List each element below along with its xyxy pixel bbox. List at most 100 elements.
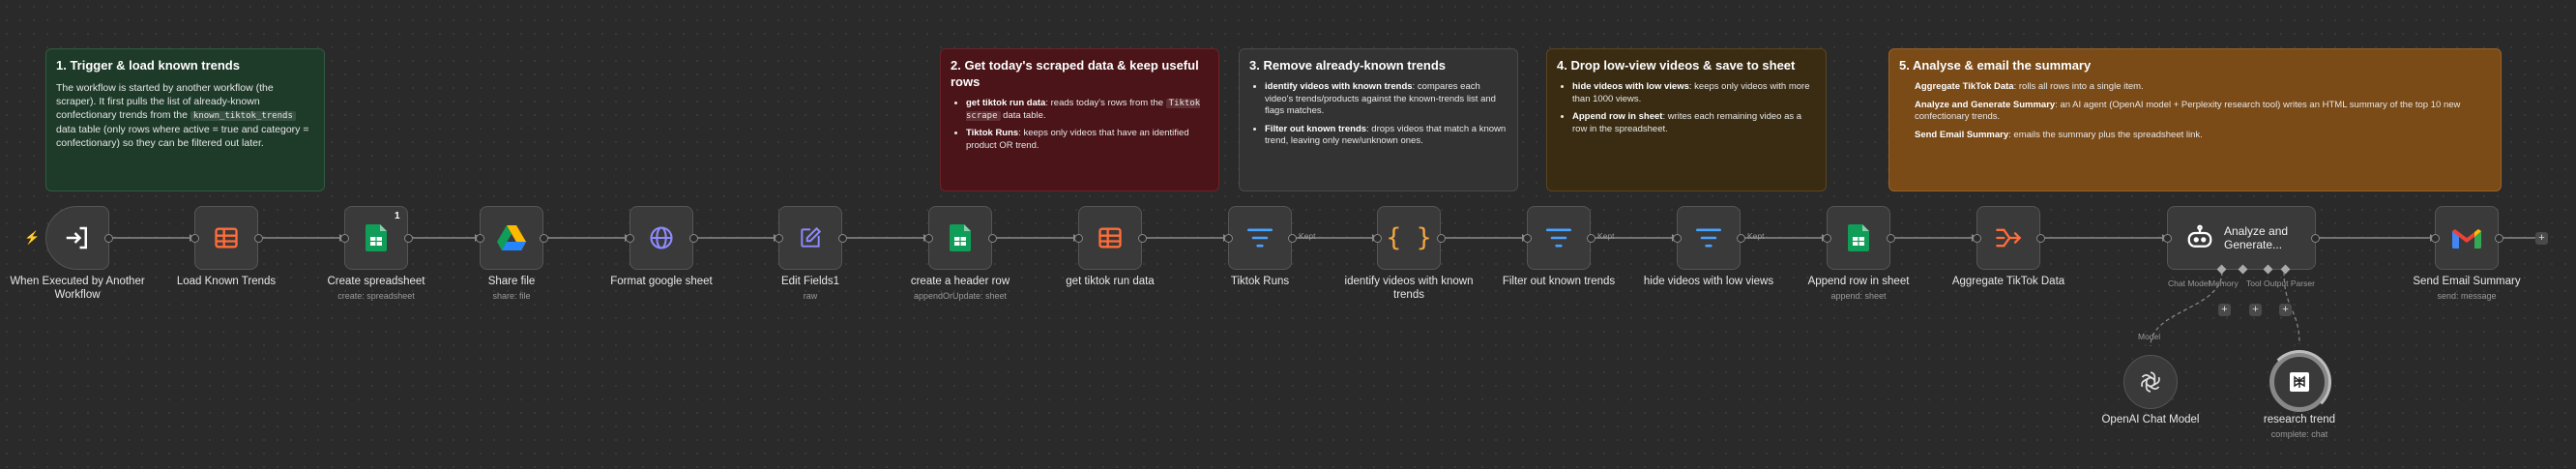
node-label: Analyze and Generate... — [2224, 224, 2289, 251]
port-label-tool: Tool — [2246, 278, 2262, 288]
google-drive-icon — [497, 225, 526, 250]
input-port[interactable] — [626, 234, 634, 243]
input-port[interactable] — [924, 234, 933, 243]
node-edit-fields1[interactable] — [778, 206, 842, 270]
node-label: Append row in sheet — [1807, 276, 1910, 287]
robot-icon — [2187, 224, 2212, 248]
workflow-entry-icon — [66, 226, 87, 249]
node-get-tiktok-run-data[interactable] — [1078, 206, 1142, 270]
node-hide-videos-with-low-views[interactable] — [1677, 206, 1741, 270]
globe-icon — [650, 226, 673, 249]
node-label: create a header row — [910, 276, 1010, 287]
node-label: Load Known Trends — [176, 276, 277, 287]
input-port[interactable] — [1074, 234, 1083, 243]
trigger-bolt-icon: ⚡ — [24, 230, 41, 245]
input-port[interactable] — [1973, 234, 1981, 243]
input-port[interactable] — [775, 234, 783, 243]
output-port-kept[interactable] — [1737, 234, 1745, 243]
openai-icon — [2141, 371, 2160, 393]
input-port[interactable] — [1373, 234, 1382, 243]
workflow-canvas[interactable]: 1. Trigger & load known trends The workf… — [0, 0, 2576, 469]
output-port[interactable] — [1138, 234, 1147, 243]
google-sheets-icon — [1848, 224, 1869, 251]
node-label: Filter out known trends — [1502, 276, 1616, 287]
node-label: When Executed by Another Workflow — [10, 276, 145, 301]
node-subtitle: create: spreadsheet — [337, 291, 415, 301]
input-port[interactable] — [1823, 234, 1831, 243]
branch-label: Kept — [1299, 231, 1316, 241]
node-filter-out-known-trends[interactable] — [1527, 206, 1591, 270]
port-label-memory: Memory — [2209, 278, 2239, 288]
sticky-note-list: hide videos with low views: keeps only v… — [1557, 81, 1816, 135]
input-port[interactable] — [2163, 234, 2172, 243]
output-port[interactable] — [540, 234, 548, 243]
node-share-file[interactable] — [480, 206, 543, 270]
sticky-note-title: 3. Remove already-known trends — [1249, 58, 1447, 73]
node-subtitle: send: message — [2437, 291, 2497, 301]
sticky-note-5[interactable]: 5. Analyse & email the summary Aggregate… — [1888, 48, 2502, 191]
node-format-google-sheet[interactable] — [629, 206, 693, 270]
sticky-note-3[interactable]: 3. Remove already-known trends identify … — [1239, 48, 1518, 191]
input-port[interactable] — [1673, 234, 1682, 243]
output-port[interactable] — [988, 234, 997, 243]
sticky-note-4[interactable]: 4. Drop low-view videos & save to sheet … — [1546, 48, 1827, 191]
node-create-a-header-row[interactable] — [928, 206, 992, 270]
add-next-node-button[interactable]: + — [2535, 232, 2548, 245]
filter-icon — [1546, 228, 1571, 248]
node-label: Aggregate TikTok Data — [1951, 276, 2065, 287]
node-label: research trend — [2263, 414, 2336, 425]
output-port[interactable] — [404, 234, 413, 243]
input-port[interactable] — [2431, 234, 2440, 243]
sticky-note-2[interactable]: 2. Get today's scraped data & keep usefu… — [940, 48, 1219, 191]
sticky-note-title: 1. Trigger & load known trends — [56, 58, 240, 73]
input-port[interactable] — [340, 234, 349, 243]
node-label: identify videos with known trends — [1344, 276, 1474, 301]
add-memory-button[interactable]: + — [2218, 304, 2231, 316]
input-port[interactable] — [476, 234, 484, 243]
node-tiktok-runs[interactable] — [1228, 206, 1292, 270]
output-port[interactable] — [689, 234, 698, 243]
output-port[interactable] — [254, 234, 263, 243]
sticky-note-1[interactable]: 1. Trigger & load known trends The workf… — [45, 48, 325, 191]
output-port[interactable] — [1887, 234, 1895, 243]
edit-icon — [801, 226, 822, 248]
node-identify-videos-with-known-trends[interactable]: { } — [1377, 206, 1441, 270]
input-port[interactable] — [1224, 234, 1233, 243]
node-load-known-trends[interactable] — [194, 206, 258, 270]
input-port[interactable] — [190, 234, 199, 243]
node-label: Edit Fields1 — [780, 276, 840, 287]
output-port[interactable] — [2311, 234, 2320, 243]
output-port[interactable] — [1437, 234, 1446, 243]
inline-code: known_tiktok_trends — [190, 111, 296, 121]
add-tool-button[interactable]: + — [2249, 304, 2262, 316]
sticky-note-title: 2. Get today's scraped data & keep usefu… — [951, 58, 1199, 89]
branch-label: Kept — [1597, 231, 1615, 241]
output-port[interactable] — [838, 234, 847, 243]
node-send-email-summary[interactable] — [2435, 206, 2499, 270]
table-icon — [1098, 227, 1122, 249]
output-port[interactable] — [104, 234, 113, 243]
node-label: get tiktok run data — [1066, 276, 1155, 287]
node-when-executed-by-another-workflow[interactable] — [45, 206, 109, 270]
add-output-parser-button[interactable]: + — [2279, 304, 2292, 316]
filter-icon — [1696, 228, 1721, 248]
node-append-row-in-sheet[interactable] — [1827, 206, 1890, 270]
sticky-note-list: Aggregate TikTok Data: rolls all rows in… — [1915, 81, 2461, 140]
sticky-note-body: The workflow is started by another workf… — [56, 82, 309, 149]
output-port-kept[interactable] — [1587, 234, 1595, 243]
google-sheets-icon — [950, 224, 971, 251]
input-port[interactable] — [1523, 234, 1532, 243]
aggregate-icon — [1996, 228, 2022, 248]
node-subtitle: complete: chat — [2270, 429, 2328, 439]
output-port[interactable] — [2036, 234, 2045, 243]
sticky-note-list: identify videos with known trends: compa… — [1249, 81, 1508, 148]
node-openai-chat-model[interactable] — [2123, 355, 2178, 409]
node-label: Create spreadsheet — [327, 276, 425, 287]
node-subtitle: share: file — [492, 291, 531, 301]
sticky-note-title: 5. Analyse & email the summary — [1899, 58, 2092, 73]
output-port-kept[interactable] — [1288, 234, 1297, 243]
filter-icon — [1247, 228, 1273, 248]
node-aggregate-tiktok-data[interactable] — [1976, 206, 2040, 270]
node-analyze-and-generate-summary[interactable]: Analyze and Generate... — [2167, 206, 2316, 270]
output-port[interactable] — [2495, 234, 2503, 243]
